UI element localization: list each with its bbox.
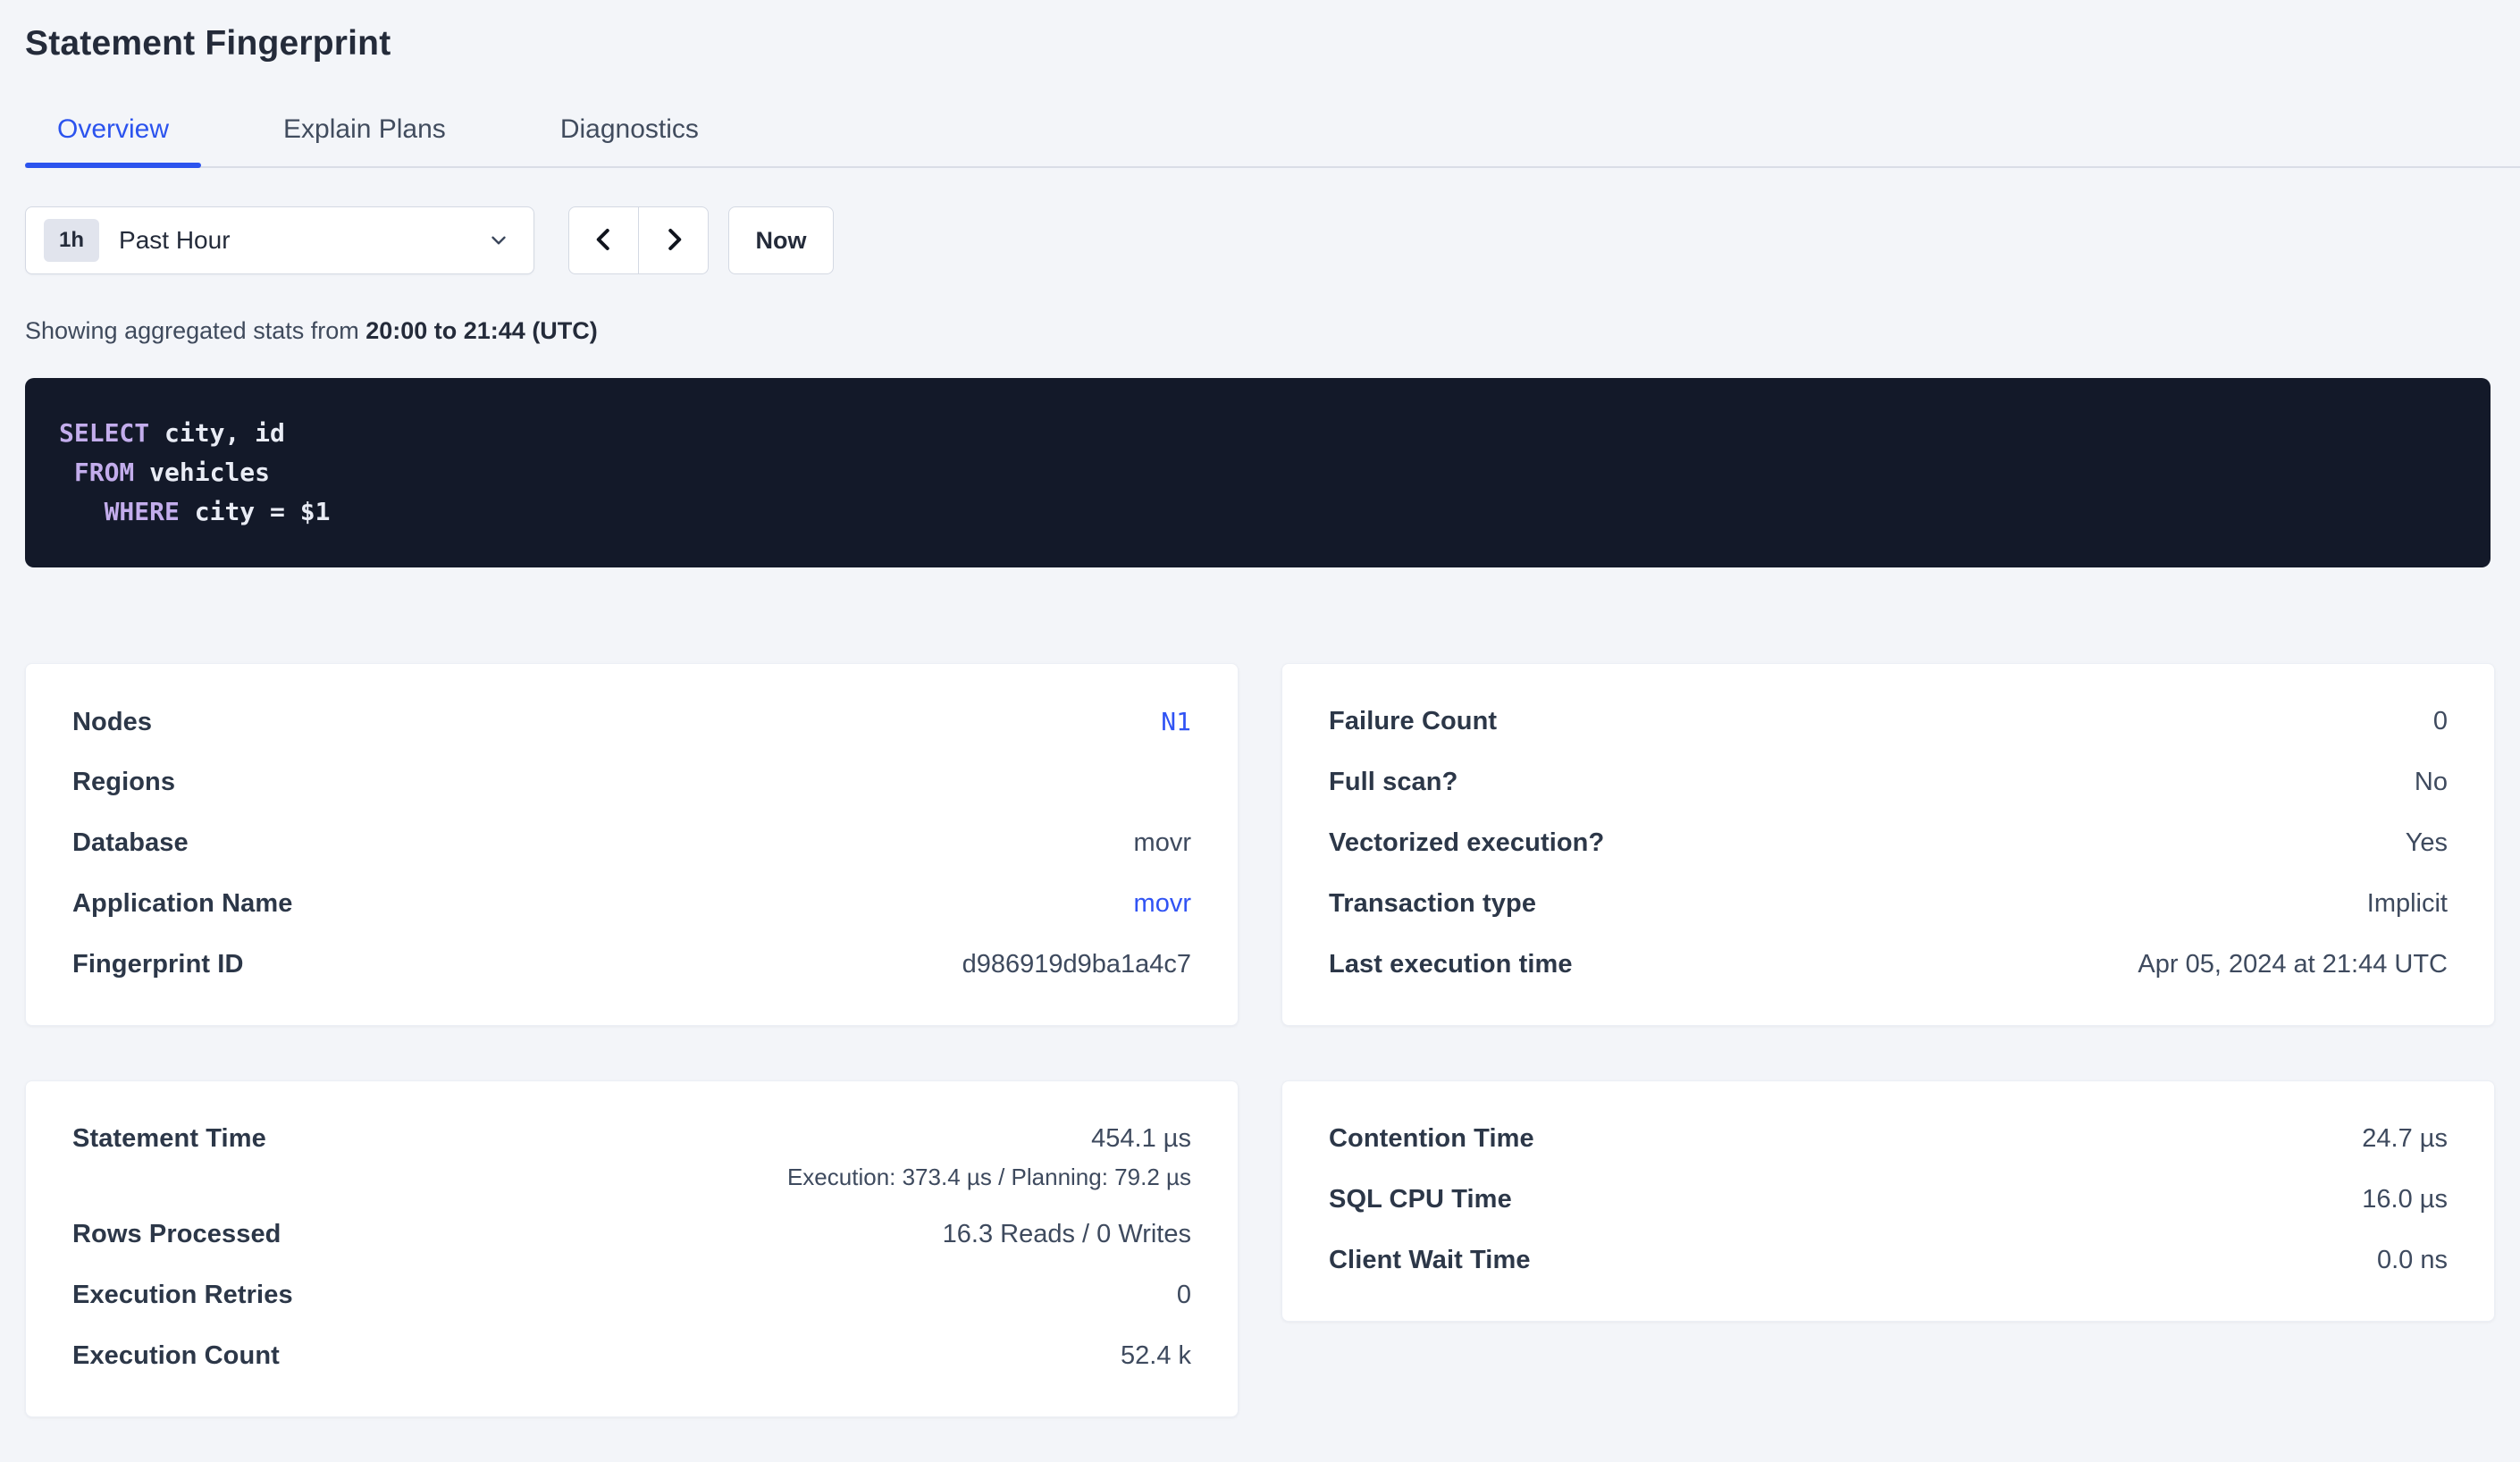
row-label: SQL CPU Time [1329, 1185, 1512, 1214]
row-database: Database movr [72, 828, 1191, 861]
row-fingerprint-id: Fingerprint ID d986919d9ba1a4c7 [72, 950, 1191, 982]
aggregated-stats-summary: Showing aggregated stats from 20:00 to 2… [25, 315, 2495, 346]
chevron-left-icon [591, 226, 617, 256]
failure-count-value: 0 [2433, 707, 2448, 736]
execution-attributes-card: Failure Count 0 Full scan? No Vectorized… [1281, 663, 2495, 1026]
row-application-name: Application Name movr [72, 889, 1191, 921]
sql-keyword: SELECT [59, 418, 149, 448]
chevron-right-icon [660, 226, 687, 256]
row-label: Nodes [72, 708, 152, 737]
tab-overview[interactable]: Overview [25, 100, 201, 166]
vectorized-execution-value: Yes [2406, 828, 2448, 858]
row-label: Transaction type [1329, 889, 1536, 919]
row-sql-cpu-time: SQL CPU Time 16.0 µs [1329, 1185, 2448, 1217]
row-nodes: Nodes N1 [72, 707, 1191, 739]
database-value: movr [1134, 828, 1191, 858]
summary-cards-grid: Nodes N1 Regions Database movr Applicati… [25, 663, 2495, 1417]
transaction-type-value: Implicit [2367, 889, 2448, 919]
sql-keyword: FROM [74, 458, 134, 487]
time-step-group [568, 206, 709, 274]
row-label: Database [72, 828, 189, 858]
details-card: Nodes N1 Regions Database movr Applicati… [25, 663, 1239, 1026]
sql-text: vehicles [134, 458, 270, 487]
row-label: Client Wait Time [1329, 1246, 1531, 1275]
tab-diagnostics[interactable]: Diagnostics [528, 100, 731, 166]
row-transaction-type: Transaction type Implicit [1329, 889, 2448, 921]
row-client-wait-time: Client Wait Time 0.0 ns [1329, 1246, 2448, 1278]
nodes-link[interactable]: N1 [1161, 707, 1191, 736]
row-execution-count: Execution Count 52.4 k [72, 1341, 1191, 1374]
row-label: Last execution time [1329, 950, 1573, 979]
row-statement-time: Statement Time 454.1 µs Execution: 373.4… [72, 1124, 1191, 1191]
page-title: Statement Fingerprint [25, 23, 2495, 64]
stats-summary-range: 20:00 to 21:44 (UTC) [365, 317, 598, 344]
row-execution-retries: Execution Retries 0 [72, 1281, 1191, 1313]
row-last-execution-time: Last execution time Apr 05, 2024 at 21:4… [1329, 950, 2448, 982]
chevron-down-icon [487, 229, 510, 252]
row-label: Full scan? [1329, 768, 1457, 797]
sql-text [59, 497, 105, 526]
row-label: Failure Count [1329, 707, 1497, 736]
sql-text [59, 458, 74, 487]
tab-overview-label: Overview [57, 114, 169, 144]
sql-text: city, id [149, 418, 285, 448]
rows-processed-value: 16.3 Reads / 0 Writes [943, 1220, 1191, 1249]
time-range-selected-label: Past Hour [119, 226, 231, 255]
wait-times-card: Contention Time 24.7 µs SQL CPU Time 16.… [1281, 1080, 2495, 1322]
time-next-button[interactable] [638, 206, 709, 274]
application-name-link[interactable]: movr [1134, 889, 1191, 919]
tab-diagnostics-label: Diagnostics [560, 114, 699, 144]
tab-explain-plans-label: Explain Plans [283, 114, 446, 144]
stats-summary-prefix: Showing aggregated stats from [25, 317, 365, 344]
row-label: Execution Count [72, 1341, 280, 1371]
row-vectorized-execution: Vectorized execution? Yes [1329, 828, 2448, 861]
statement-performance-card: Statement Time 454.1 µs Execution: 373.4… [25, 1080, 1239, 1417]
statement-time-main: Statement Time 454.1 µs [72, 1124, 1191, 1156]
sql-statement-box: SELECT city, id FROM vehicles WHERE city… [25, 378, 2491, 567]
client-wait-time-value: 0.0 ns [2377, 1246, 2448, 1275]
last-execution-time-value: Apr 05, 2024 at 21:44 UTC [2138, 950, 2448, 979]
execution-retries-value: 0 [1177, 1281, 1191, 1310]
now-button[interactable]: Now [728, 206, 834, 274]
execution-count-value: 52.4 k [1121, 1341, 1191, 1371]
sql-line: WHERE city = $1 [59, 492, 2457, 532]
row-label: Contention Time [1329, 1124, 1534, 1154]
row-label: Fingerprint ID [72, 950, 244, 979]
sql-line: SELECT city, id [59, 414, 2457, 453]
time-range-dropdown[interactable]: 1h Past Hour [25, 206, 534, 274]
fingerprint-id-value: d986919d9ba1a4c7 [962, 950, 1191, 979]
row-label: Regions [72, 768, 175, 797]
sql-keyword: WHERE [105, 497, 180, 526]
time-toolbar: 1h Past Hour Now [25, 206, 2495, 274]
statement-fingerprint-page: Statement Fingerprint Overview Explain P… [0, 23, 2520, 1417]
time-prev-button[interactable] [568, 206, 639, 274]
time-preset-badge: 1h [44, 219, 99, 262]
row-failure-count: Failure Count 0 [1329, 707, 2448, 739]
sql-line: FROM vehicles [59, 453, 2457, 492]
full-scan-value: No [2415, 768, 2448, 797]
row-label: Rows Processed [72, 1220, 281, 1249]
row-label: Statement Time [72, 1124, 266, 1154]
statement-time-breakdown: Execution: 373.4 µs / Planning: 79.2 µs [72, 1164, 1191, 1191]
row-contention-time: Contention Time 24.7 µs [1329, 1124, 2448, 1156]
row-full-scan: Full scan? No [1329, 768, 2448, 800]
tab-bar: Overview Explain Plans Diagnostics [25, 100, 2520, 168]
tab-explain-plans[interactable]: Explain Plans [251, 100, 478, 166]
row-label: Vectorized execution? [1329, 828, 1604, 858]
sql-text: city = $1 [180, 497, 331, 526]
statement-time-value: 454.1 µs [1091, 1124, 1191, 1154]
row-regions: Regions [72, 768, 1191, 800]
row-rows-processed: Rows Processed 16.3 Reads / 0 Writes [72, 1220, 1191, 1252]
row-label: Execution Retries [72, 1281, 293, 1310]
row-label: Application Name [72, 889, 293, 919]
sql-cpu-time-value: 16.0 µs [2362, 1185, 2448, 1214]
contention-time-value: 24.7 µs [2362, 1124, 2448, 1154]
